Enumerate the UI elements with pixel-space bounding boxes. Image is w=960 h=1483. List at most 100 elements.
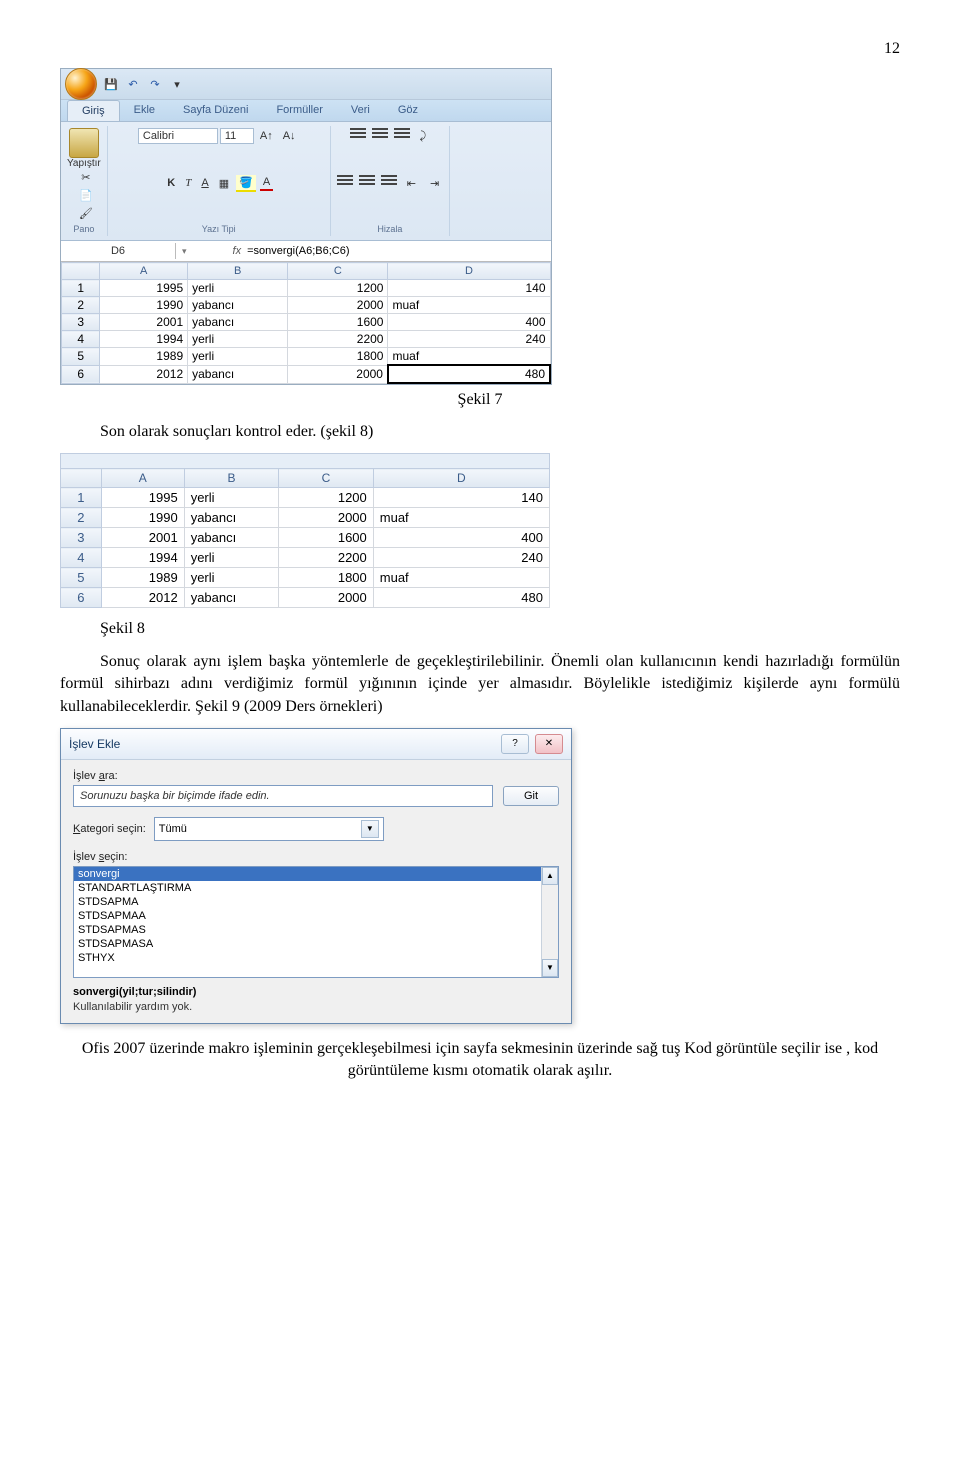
cell[interactable]: 1800 (288, 348, 388, 366)
cell[interactable]: 1994 (100, 331, 188, 348)
column-header[interactable]: C (279, 469, 374, 488)
table-row[interactable]: 1 1995 yerli 1200 140 (62, 280, 551, 297)
font-name-box[interactable]: Calibri (138, 128, 218, 144)
redo-icon[interactable]: ↷ (147, 76, 163, 92)
fx-icon[interactable]: fx (233, 245, 242, 257)
font-size-box[interactable]: 11 (220, 128, 254, 144)
office-button[interactable] (65, 68, 97, 100)
cell[interactable]: 1995 (101, 488, 184, 508)
cell[interactable]: 1600 (279, 528, 374, 548)
dialog-close-icon[interactable]: ✕ (535, 734, 563, 754)
select-all-corner[interactable] (61, 469, 102, 488)
fill-color-icon[interactable]: 🪣 (236, 175, 256, 192)
cell[interactable]: 400 (388, 314, 550, 331)
row-header[interactable]: 6 (61, 588, 102, 608)
column-header[interactable]: B (184, 469, 279, 488)
dialog-help-icon[interactable]: ? (501, 734, 529, 754)
cell[interactable]: muaf (373, 508, 549, 528)
align-left-icon[interactable] (337, 175, 353, 187)
column-header[interactable]: B (188, 263, 288, 280)
column-header[interactable]: D (388, 263, 550, 280)
go-button[interactable]: Git (503, 786, 559, 806)
chevron-down-icon[interactable]: ▼ (361, 820, 379, 838)
cell[interactable]: muaf (388, 297, 550, 314)
list-item[interactable]: STANDARTLAŞTIRMA (74, 881, 558, 895)
row-header[interactable]: 2 (61, 508, 102, 528)
row-header[interactable]: 2 (62, 297, 100, 314)
cell[interactable]: yerli (188, 280, 288, 297)
border-icon[interactable]: ▦ (216, 176, 232, 191)
cell[interactable]: 2000 (279, 508, 374, 528)
column-header[interactable]: A (101, 469, 184, 488)
format-painter-icon[interactable]: 🖌 (76, 206, 96, 221)
list-item[interactable]: STDSAPMAS (74, 923, 558, 937)
table-row[interactable]: 1 1995 yerli 1200 140 (61, 488, 550, 508)
cell[interactable]: 2012 (101, 588, 184, 608)
table-row[interactable]: 2 1990 yabancı 2000 muaf (62, 297, 551, 314)
cell[interactable]: yabancı (184, 508, 279, 528)
align-center-icon[interactable] (359, 175, 375, 187)
cell[interactable]: 2000 (279, 588, 374, 608)
list-item[interactable]: sonvergi (74, 867, 558, 881)
spreadsheet-grid[interactable]: A B C D 1 1995 yerli 1200 140 2 1990 yab… (61, 262, 551, 384)
table-row[interactable]: 2 1990 yabancı 2000 muaf (61, 508, 550, 528)
bold-icon[interactable]: K (164, 176, 178, 190)
row-header[interactable]: 4 (62, 331, 100, 348)
cell[interactable]: yabancı (188, 365, 288, 383)
cell[interactable]: 2000 (288, 365, 388, 383)
function-listbox[interactable]: sonvergi STANDARTLAŞTIRMA STDSAPMA STDSA… (73, 866, 559, 978)
decrease-font-icon[interactable]: A↓ (280, 129, 299, 143)
cell[interactable]: 1990 (100, 297, 188, 314)
tab-insert[interactable]: Ekle (120, 100, 169, 121)
cell[interactable]: yabancı (184, 528, 279, 548)
cell[interactable]: yabancı (188, 314, 288, 331)
row-header[interactable]: 3 (62, 314, 100, 331)
tab-page-layout[interactable]: Sayfa Düzeni (169, 100, 262, 121)
name-box-dropdown-icon[interactable]: ▾ (182, 246, 187, 257)
cell[interactable]: yabancı (184, 588, 279, 608)
select-all-corner[interactable] (62, 263, 100, 280)
row-header[interactable]: 3 (61, 528, 102, 548)
listbox-scrollbar[interactable]: ▲ ▼ (541, 867, 558, 977)
tab-formulas[interactable]: Formüller (262, 100, 336, 121)
table-row[interactable]: 3 2001 yabancı 1600 400 (62, 314, 551, 331)
search-input[interactable]: Sorunuzu başka bir biçimde ifade edin. (73, 785, 493, 807)
cell[interactable]: 1994 (101, 548, 184, 568)
cell[interactable]: yabancı (188, 297, 288, 314)
underline-icon[interactable]: A (198, 176, 211, 190)
cell[interactable]: muaf (373, 568, 549, 588)
cell[interactable]: 400 (373, 528, 549, 548)
cell[interactable]: 1800 (279, 568, 374, 588)
cell[interactable]: yerli (188, 348, 288, 366)
copy-icon[interactable]: 📄 (76, 188, 96, 203)
tab-data[interactable]: Veri (337, 100, 384, 121)
increase-font-icon[interactable]: A↑ (257, 129, 276, 143)
cell[interactable]: 140 (373, 488, 549, 508)
cell[interactable]: 240 (388, 331, 550, 348)
cell[interactable]: 1995 (100, 280, 188, 297)
undo-icon[interactable]: ↶ (125, 76, 141, 92)
qat-dropdown-icon[interactable]: ▾ (169, 76, 185, 92)
row-header[interactable]: 4 (61, 548, 102, 568)
save-icon[interactable]: 💾 (103, 76, 119, 92)
row-header[interactable]: 5 (62, 348, 100, 366)
align-bottom-icon[interactable] (394, 128, 410, 140)
column-header[interactable]: C (288, 263, 388, 280)
table-row[interactable]: 6 2012 yabancı 2000 480 (61, 588, 550, 608)
cell[interactable]: 1600 (288, 314, 388, 331)
scroll-up-icon[interactable]: ▲ (542, 867, 558, 885)
list-item[interactable]: STDSAPMASA (74, 937, 558, 951)
table-row[interactable]: 5 1989 yerli 1800 muaf (61, 568, 550, 588)
list-item[interactable]: STHYX (74, 951, 558, 965)
cell[interactable]: yerli (184, 568, 279, 588)
formula-bar[interactable]: =sonvergi(A6;B6;C6) (241, 245, 349, 257)
tab-review[interactable]: Göz (384, 100, 432, 121)
cell[interactable]: 1989 (101, 568, 184, 588)
cell[interactable]: yerli (184, 548, 279, 568)
align-middle-icon[interactable] (372, 128, 388, 140)
font-color-icon[interactable]: A (260, 175, 273, 191)
row-header[interactable]: 6 (62, 365, 100, 383)
cell[interactable]: 2200 (279, 548, 374, 568)
cell[interactable]: 2012 (100, 365, 188, 383)
cell[interactable]: 480 (373, 588, 549, 608)
